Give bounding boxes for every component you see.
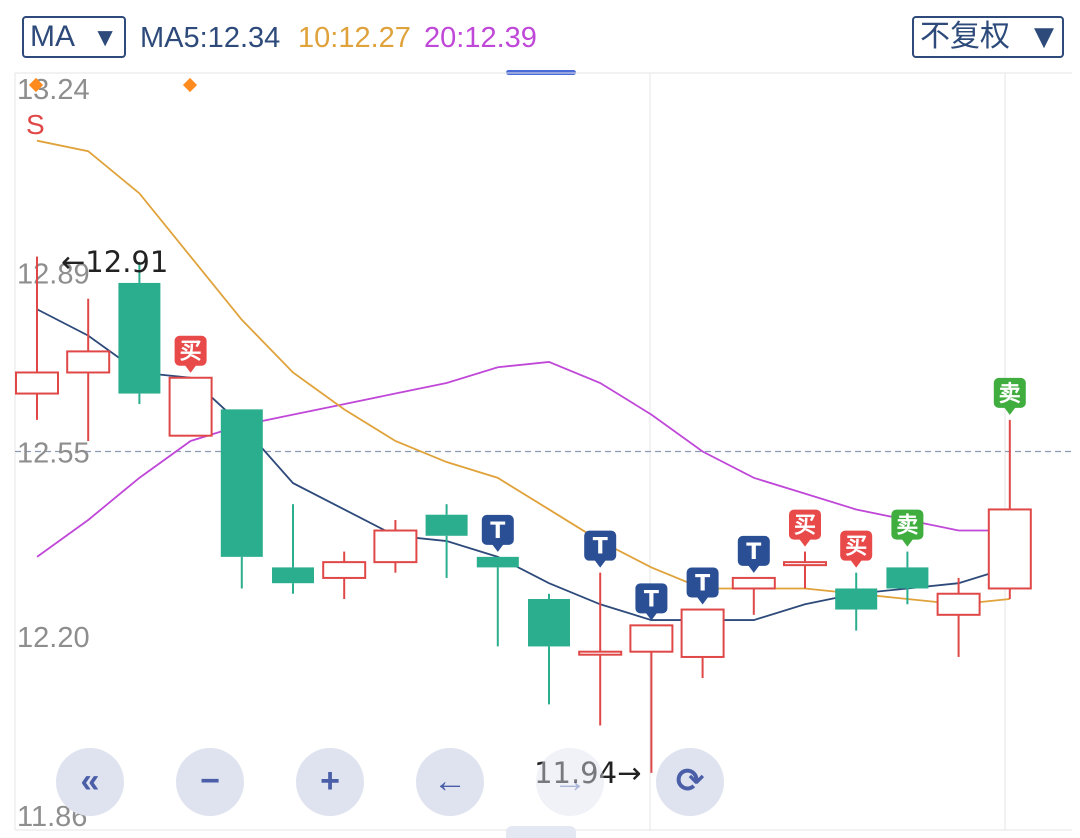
bottom-drag-handle[interactable]: [506, 826, 576, 838]
candle: [886, 551, 929, 605]
candle-body: [168, 376, 213, 437]
signal-pointer: [901, 538, 914, 547]
candle-body: [936, 592, 981, 616]
signal-label: 卖: [999, 381, 1021, 407]
candle-body: [886, 567, 929, 589]
y-tick-label: 12.20: [17, 622, 90, 654]
signal-label: 买: [794, 514, 816, 539]
signal-marker: 买: [789, 509, 821, 547]
candle-body: [373, 529, 418, 564]
candle-body: [220, 409, 263, 557]
s-marker: S: [26, 109, 45, 140]
signal-pointer: [696, 596, 709, 605]
signal-label: T: [746, 540, 761, 565]
candle-body: [425, 514, 468, 536]
signal-marker: T: [635, 583, 668, 621]
signal-marker: T: [737, 535, 770, 573]
signal-marker: 卖: [993, 377, 1026, 415]
candle: [680, 608, 725, 679]
candle-body: [783, 561, 827, 567]
arrow-left-icon: ←: [433, 762, 467, 800]
candle: [66, 298, 111, 441]
candle: [220, 409, 263, 589]
signal-pointer: [747, 564, 760, 573]
signal-marker: 买: [840, 530, 873, 568]
signal-marker: 卖: [891, 509, 924, 547]
candle: [118, 261, 161, 405]
candle: [528, 593, 570, 705]
signal-pointer: [799, 538, 811, 547]
signal-pointer: [1003, 406, 1016, 415]
candle-body: [731, 576, 776, 590]
double-chevron-left-icon: «: [80, 762, 100, 800]
minus-icon: −: [200, 762, 220, 800]
signal-label: 买: [845, 535, 867, 560]
candlestick-chart[interactable]: 13.2412.8912.5512.2011.86 买TTTTT买买卖卖 ←12…: [0, 0, 1080, 836]
candle: [578, 572, 623, 726]
signal-marker: T: [481, 514, 514, 552]
candle: [731, 576, 776, 615]
arrow-right-icon: →: [553, 762, 587, 800]
signal-marker: T: [584, 530, 617, 568]
candle-body: [272, 567, 314, 584]
signal-marker: 买: [174, 335, 207, 373]
candle-body: [835, 588, 878, 610]
candle-body: [987, 508, 1032, 590]
candle-body: [629, 624, 674, 653]
candle: [272, 504, 314, 594]
high-price-marker: ←12.91: [61, 245, 168, 279]
signal-label: T: [593, 535, 608, 560]
signal-pointer: [594, 559, 607, 568]
y-tick-label: 13.24: [17, 74, 90, 106]
signal-pointer: [184, 364, 197, 373]
candle: [322, 551, 367, 600]
candle: [476, 556, 519, 647]
candle-body: [528, 599, 570, 647]
candle: [629, 624, 674, 773]
signal-pointer: [850, 559, 863, 568]
candle: [835, 572, 878, 631]
y-tick-label: 12.55: [17, 438, 90, 470]
plus-icon: +: [320, 762, 340, 800]
signal-label: T: [644, 587, 659, 612]
candle-body: [680, 608, 725, 658]
signal-pointer: [491, 543, 504, 552]
scroll-right-button[interactable]: →: [536, 748, 604, 816]
zoom-out-button[interactable]: −: [176, 748, 244, 816]
candle: [168, 376, 213, 437]
candle: [425, 504, 468, 578]
candle-body: [578, 650, 623, 656]
signal-marker: T: [686, 567, 719, 605]
zoom-in-button[interactable]: +: [296, 748, 364, 816]
candle: [987, 419, 1032, 600]
candle: [936, 577, 981, 657]
candle-body: [66, 350, 111, 374]
chart-grid: [14, 72, 1072, 831]
candle-body: [322, 561, 367, 579]
signal-label: T: [490, 519, 505, 544]
candle-body: [15, 371, 59, 395]
y-axis: 13.2412.8912.5512.2011.86: [17, 74, 90, 833]
diamond-marker: [182, 77, 198, 93]
candle-body: [118, 282, 161, 394]
signal-label: 买: [180, 340, 202, 365]
candle-body: [476, 556, 519, 568]
rotate-icon: ⟳: [675, 762, 705, 800]
rotate-screen-button[interactable]: ⟳: [656, 748, 724, 816]
signal-label: T: [695, 572, 710, 597]
rewind-button[interactable]: «: [56, 748, 124, 816]
scroll-left-button[interactable]: ←: [416, 748, 484, 816]
candle: [783, 551, 827, 589]
signal-label: 卖: [896, 513, 918, 539]
